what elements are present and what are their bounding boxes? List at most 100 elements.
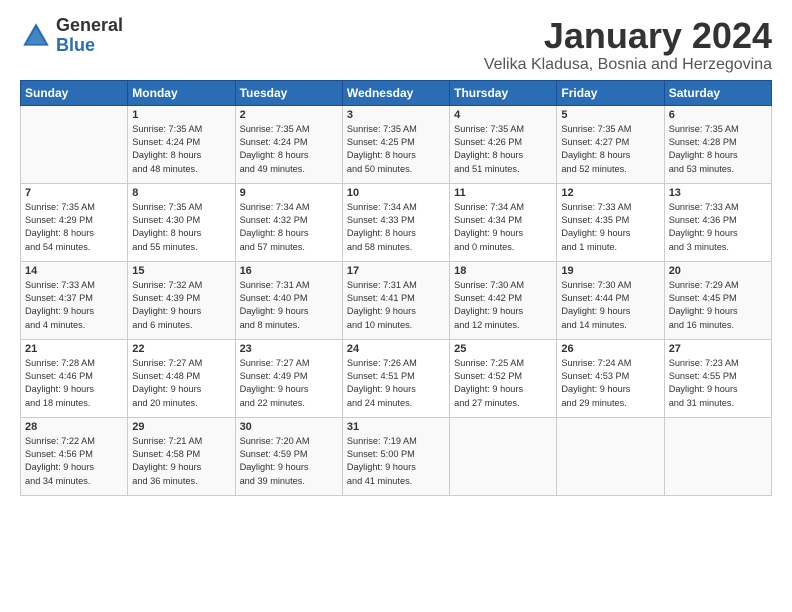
day-number: 19: [561, 265, 659, 277]
day-info: Sunrise: 7:30 AMSunset: 4:42 PMDaylight:…: [454, 279, 552, 332]
calendar-cell: 23 Sunrise: 7:27 AMSunset: 4:49 PMDayligh…: [235, 339, 342, 417]
calendar-cell: 15Sunrise: 7:32 AMSunset: 4:39 PMDayligh…: [128, 261, 235, 339]
calendar-cell: 4 Sunrise: 7:35 AMSunset: 4:26 PMDaylight…: [450, 105, 557, 183]
day-info: Sunrise: 7:20 AMSunset: 4:59 PMDaylight:…: [240, 435, 338, 488]
day-number: 23: [240, 343, 338, 355]
calendar-cell: 11 Sunrise: 7:34 AMSunset: 4:34 PMDayligh…: [450, 183, 557, 261]
calendar-cell: 31 Sunrise: 7:19 AMSunset: 5:00 PMDayligh…: [342, 417, 449, 495]
logo: General Blue: [20, 16, 123, 56]
day-number: 18: [454, 265, 552, 277]
page: General Blue January 2024 Velika Kladusa…: [0, 0, 792, 506]
calendar-cell: 2 Sunrise: 7:35 AMSunset: 4:24 PMDaylight…: [235, 105, 342, 183]
day-number: 6: [669, 109, 767, 121]
day-number: 10: [347, 187, 445, 199]
day-number: 1: [132, 109, 230, 121]
day-number: 31: [347, 421, 445, 433]
day-info: Sunrise: 7:30 AMSunset: 4:44 PMDaylight:…: [561, 279, 659, 332]
calendar-cell: 25Sunrise: 7:25 AMSunset: 4:52 PMDayligh…: [450, 339, 557, 417]
day-number: 30: [240, 421, 338, 433]
day-number: 12: [561, 187, 659, 199]
calendar-cell: 18 Sunrise: 7:30 AMSunset: 4:42 PMDayligh…: [450, 261, 557, 339]
day-info: Sunrise: 7:28 AMSunset: 4:46 PMDaylight:…: [25, 357, 123, 410]
calendar-cell: 17 Sunrise: 7:31 AMSunset: 4:41 PMDayligh…: [342, 261, 449, 339]
day-number: 17: [347, 265, 445, 277]
calendar-cell: 6 Sunrise: 7:35 AMSunset: 4:28 PMDaylight…: [664, 105, 771, 183]
day-info: Sunrise: 7:31 AMSunset: 4:41 PMDaylight:…: [347, 279, 445, 332]
calendar-cell: 12 Sunrise: 7:33 AMSunset: 4:35 PMDayligh…: [557, 183, 664, 261]
col-wednesday: Wednesday: [342, 80, 449, 105]
calendar-cell: 13 Sunrise: 7:33 AMSunset: 4:36 PMDayligh…: [664, 183, 771, 261]
day-number: 13: [669, 187, 767, 199]
day-number: 20: [669, 265, 767, 277]
calendar-week-row-0: 1 Sunrise: 7:35 AMSunset: 4:24 PMDaylight…: [21, 105, 772, 183]
day-number: 9: [240, 187, 338, 199]
day-number: 11: [454, 187, 552, 199]
day-number: 29: [132, 421, 230, 433]
day-info: Sunrise: 7:22 AMSunset: 4:56 PMDaylight:…: [25, 435, 123, 488]
day-info: Sunrise: 7:19 AMSunset: 5:00 PMDaylight:…: [347, 435, 445, 488]
day-number: 5: [561, 109, 659, 121]
day-info: Sunrise: 7:35 AMSunset: 4:28 PMDaylight:…: [669, 123, 767, 176]
day-info: Sunrise: 7:33 AMSunset: 4:37 PMDaylight:…: [25, 279, 123, 332]
day-number: 4: [454, 109, 552, 121]
day-info: Sunrise: 7:34 AMSunset: 4:32 PMDaylight:…: [240, 201, 338, 254]
logo-icon: [20, 20, 52, 52]
calendar-cell: 28 Sunrise: 7:22 AMSunset: 4:56 PMDayligh…: [21, 417, 128, 495]
calendar-cell: 22Sunrise: 7:27 AMSunset: 4:48 PMDayligh…: [128, 339, 235, 417]
calendar-cell: 21Sunrise: 7:28 AMSunset: 4:46 PMDayligh…: [21, 339, 128, 417]
calendar-cell: 29 Sunrise: 7:21 AMSunset: 4:58 PMDayligh…: [128, 417, 235, 495]
day-info: Sunrise: 7:35 AMSunset: 4:25 PMDaylight:…: [347, 123, 445, 176]
day-number: 27: [669, 343, 767, 355]
day-number: 16: [240, 265, 338, 277]
calendar-cell: 1 Sunrise: 7:35 AMSunset: 4:24 PMDaylight…: [128, 105, 235, 183]
calendar-cell: 9 Sunrise: 7:34 AMSunset: 4:32 PMDaylight…: [235, 183, 342, 261]
day-number: 28: [25, 421, 123, 433]
calendar-cell: 14 Sunrise: 7:33 AMSunset: 4:37 PMDayligh…: [21, 261, 128, 339]
day-info: Sunrise: 7:35 AMSunset: 4:26 PMDaylight:…: [454, 123, 552, 176]
day-number: 22: [132, 343, 230, 355]
logo-text: General Blue: [56, 16, 123, 56]
day-number: 24: [347, 343, 445, 355]
calendar-subtitle: Velika Kladusa, Bosnia and Herzegovina: [484, 56, 772, 74]
calendar-cell: 26 Sunrise: 7:24 AMSunset: 4:53 PMDayligh…: [557, 339, 664, 417]
calendar-cell: 3Sunrise: 7:35 AMSunset: 4:25 PMDaylight…: [342, 105, 449, 183]
col-friday: Friday: [557, 80, 664, 105]
calendar-week-row-1: 7 Sunrise: 7:35 AMSunset: 4:29 PMDaylight…: [21, 183, 772, 261]
calendar-cell: 16 Sunrise: 7:31 AMSunset: 4:40 PMDayligh…: [235, 261, 342, 339]
day-number: 7: [25, 187, 123, 199]
day-info: Sunrise: 7:27 AMSunset: 4:49 PMDaylight:…: [240, 357, 338, 410]
day-info: Sunrise: 7:35 AMSunset: 4:24 PMDaylight:…: [132, 123, 230, 176]
day-number: 2: [240, 109, 338, 121]
title-block: January 2024 Velika Kladusa, Bosnia and …: [484, 16, 772, 74]
day-info: Sunrise: 7:23 AMSunset: 4:55 PMDaylight:…: [669, 357, 767, 410]
day-info: Sunrise: 7:26 AMSunset: 4:51 PMDaylight:…: [347, 357, 445, 410]
calendar-cell: 27 Sunrise: 7:23 AMSunset: 4:55 PMDayligh…: [664, 339, 771, 417]
day-info: Sunrise: 7:35 AMSunset: 4:29 PMDaylight:…: [25, 201, 123, 254]
col-monday: Monday: [128, 80, 235, 105]
calendar-week-row-4: 28 Sunrise: 7:22 AMSunset: 4:56 PMDayligh…: [21, 417, 772, 495]
day-number: 25: [454, 343, 552, 355]
logo-blue-text: Blue: [56, 36, 123, 56]
calendar-cell: [557, 417, 664, 495]
day-info: Sunrise: 7:29 AMSunset: 4:45 PMDaylight:…: [669, 279, 767, 332]
calendar-cell: 7 Sunrise: 7:35 AMSunset: 4:29 PMDaylight…: [21, 183, 128, 261]
day-info: Sunrise: 7:24 AMSunset: 4:53 PMDaylight:…: [561, 357, 659, 410]
calendar-cell: 8Sunrise: 7:35 AMSunset: 4:30 PMDaylight…: [128, 183, 235, 261]
col-tuesday: Tuesday: [235, 80, 342, 105]
logo-general-text: General: [56, 16, 123, 36]
day-info: Sunrise: 7:21 AMSunset: 4:58 PMDaylight:…: [132, 435, 230, 488]
calendar-cell: 24 Sunrise: 7:26 AMSunset: 4:51 PMDayligh…: [342, 339, 449, 417]
day-info: Sunrise: 7:35 AMSunset: 4:24 PMDaylight:…: [240, 123, 338, 176]
calendar-cell: [450, 417, 557, 495]
day-number: 14: [25, 265, 123, 277]
day-info: Sunrise: 7:31 AMSunset: 4:40 PMDaylight:…: [240, 279, 338, 332]
day-info: Sunrise: 7:33 AMSunset: 4:35 PMDaylight:…: [561, 201, 659, 254]
calendar-cell: 30 Sunrise: 7:20 AMSunset: 4:59 PMDayligh…: [235, 417, 342, 495]
calendar-title: January 2024: [484, 16, 772, 56]
day-info: Sunrise: 7:33 AMSunset: 4:36 PMDaylight:…: [669, 201, 767, 254]
day-info: Sunrise: 7:35 AMSunset: 4:30 PMDaylight:…: [132, 201, 230, 254]
day-info: Sunrise: 7:34 AMSunset: 4:34 PMDaylight:…: [454, 201, 552, 254]
day-number: 26: [561, 343, 659, 355]
header: General Blue January 2024 Velika Kladusa…: [20, 16, 772, 74]
col-sunday: Sunday: [21, 80, 128, 105]
